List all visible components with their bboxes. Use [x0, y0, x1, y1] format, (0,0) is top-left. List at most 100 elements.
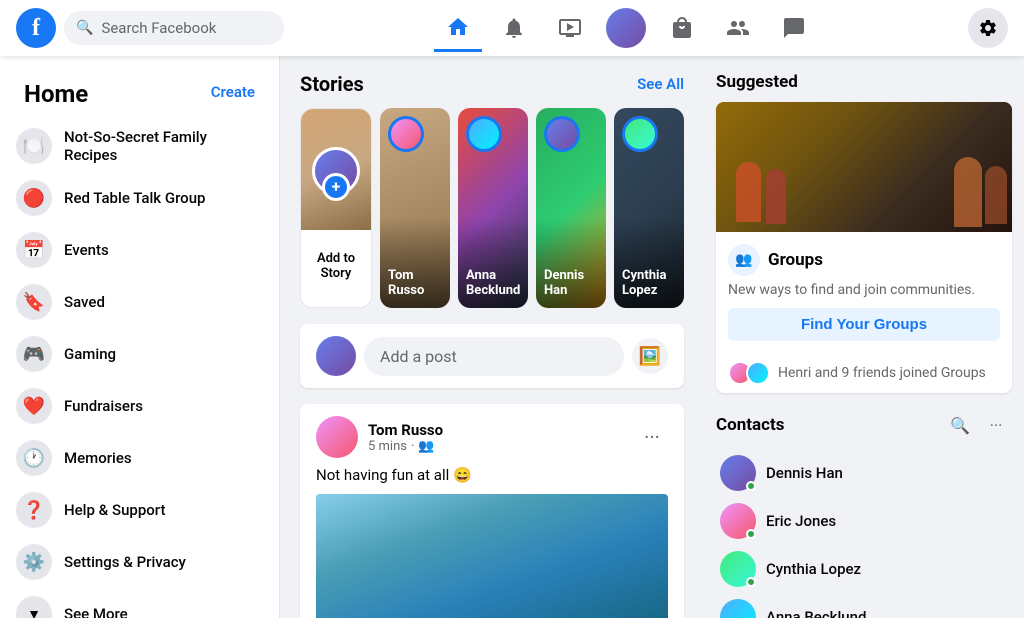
post-input[interactable]: Add a post — [364, 337, 624, 376]
header-left: f 🔍 Search Facebook — [16, 8, 284, 48]
contact-name-cynthia: Cynthia Lopez — [766, 560, 861, 578]
stories-see-all[interactable]: See All — [637, 75, 684, 93]
feed-post: Tom Russo 5 mins · 👥 ··· Not having fun … — [300, 404, 684, 618]
sidebar-item-saved[interactable]: 🔖 Saved — [8, 276, 271, 328]
sidebar-item-help-support[interactable]: ❓ Help & Support — [8, 484, 271, 536]
sidebar-item-settings[interactable]: ⚙️ Settings & Privacy — [8, 536, 271, 588]
settings-icon: ⚙️ — [23, 552, 45, 573]
nav-watch[interactable] — [546, 4, 594, 52]
contact-avatar-cynthia — [720, 551, 756, 587]
add-photo-button[interactable]: 🖼️ — [632, 338, 668, 374]
groups-card-content: 👥 Groups New ways to find and join commu… — [716, 232, 1012, 353]
online-indicator — [746, 577, 756, 587]
sidebar-label-gaming: Gaming — [64, 345, 116, 363]
suggested-title: Suggested — [716, 72, 1012, 92]
search-icon: 🔍 — [76, 20, 93, 36]
contacts-search-button[interactable]: 🔍 — [944, 409, 976, 441]
story-dennis-han[interactable]: Dennis Han — [536, 108, 606, 308]
post-author-name: Tom Russo — [368, 421, 443, 439]
story-name-anna: Anna Becklund — [466, 268, 528, 298]
post-box: Add a post 🖼️ — [300, 324, 684, 388]
ellipsis-icon: ··· — [644, 425, 660, 449]
story-anna-becklund[interactable]: Anna Becklund — [458, 108, 528, 308]
story-name-dennis: Dennis Han — [544, 268, 606, 298]
user-avatar-post — [316, 336, 356, 376]
contact-avatar-eric — [720, 503, 756, 539]
groups-card: 👥 Groups New ways to find and join commu… — [716, 102, 1012, 393]
contacts-more-button[interactable]: ··· — [980, 409, 1012, 441]
sidebar-item-fundraisers[interactable]: ❤️ Fundraisers — [8, 380, 271, 432]
nav-marketplace[interactable] — [658, 4, 706, 52]
nav-messenger[interactable] — [770, 4, 818, 52]
settings-button[interactable] — [968, 8, 1008, 48]
contact-dennis-han[interactable]: Dennis Han — [716, 449, 1012, 497]
groups-card-image — [716, 102, 1012, 232]
home-title: Home — [16, 72, 96, 112]
right-panel: Suggested 👥 — [704, 56, 1024, 618]
contacts-title: Contacts — [716, 415, 784, 435]
add-story-card[interactable]: + Add to Story — [300, 108, 372, 308]
stories-title: Stories — [300, 72, 364, 96]
header-right — [968, 8, 1008, 48]
see-more-label: See More — [64, 605, 128, 618]
sidebar-item-family-recipes[interactable]: 🍽️ Not-So-Secret Family Recipes — [8, 120, 271, 172]
saved-icon: 🔖 — [23, 292, 45, 313]
contact-avatar-dennis — [720, 455, 756, 491]
sidebar-label-settings: Settings & Privacy — [64, 553, 186, 571]
post-time: 5 mins — [368, 439, 407, 454]
nav-notifications[interactable] — [490, 4, 538, 52]
post-author: Tom Russo 5 mins · 👥 — [316, 416, 443, 458]
header-nav — [434, 4, 818, 52]
fundraisers-icon: ❤️ — [23, 396, 45, 417]
gaming-icon: 🎮 — [23, 344, 45, 365]
see-more-button[interactable]: ▼ See More — [8, 588, 271, 618]
groups-icon: 👥 — [728, 244, 760, 276]
contact-eric-jones[interactable]: Eric Jones — [716, 497, 1012, 545]
nav-home[interactable] — [434, 4, 482, 52]
story-name-cynthia: Cynthia Lopez — [622, 268, 684, 298]
sidebar-label-family-recipes: Not-So-Secret Family Recipes — [64, 128, 263, 164]
memories-icon: 🕐 — [23, 448, 45, 469]
story-tom-russo[interactable]: Tom Russo — [380, 108, 450, 308]
create-button[interactable]: Create — [203, 79, 263, 105]
post-audience-icon: 👥 — [418, 439, 434, 454]
contact-name-anna: Anna Becklund — [766, 608, 866, 618]
sidebar-label-fundraisers: Fundraisers — [64, 397, 143, 415]
suggested-section: Suggested 👥 — [716, 72, 1012, 393]
find-groups-button[interactable]: Find Your Groups — [728, 308, 1000, 341]
sidebar: Home Create 🍽️ Not-So-Secret Family Reci… — [0, 56, 280, 618]
sidebar-label-red-table: Red Table Talk Group — [64, 189, 205, 207]
add-story-label: Add to Story — [301, 251, 371, 281]
family-recipes-icon: 🍽️ — [23, 136, 45, 157]
post-author-avatar — [316, 416, 358, 458]
nav-profile[interactable] — [602, 4, 650, 52]
contact-anna-becklund[interactable]: Anna Becklund — [716, 593, 1012, 618]
facebook-logo[interactable]: f — [16, 8, 56, 48]
post-text: Not having fun at all 😄 — [316, 466, 668, 484]
red-table-icon: 🔴 — [23, 188, 45, 209]
main-layout: Home Create 🍽️ Not-So-Secret Family Reci… — [0, 56, 1024, 618]
contact-name-eric: Eric Jones — [766, 512, 836, 530]
sidebar-item-gaming[interactable]: 🎮 Gaming — [8, 328, 271, 380]
friends-joined-text: Henri and 9 friends joined Groups — [778, 365, 986, 381]
sidebar-label-saved: Saved — [64, 293, 105, 311]
sidebar-label-memories: Memories — [64, 449, 132, 467]
sidebar-item-events[interactable]: 📅 Events — [8, 224, 271, 276]
events-icon: 📅 — [23, 240, 45, 261]
contacts-actions: 🔍 ··· — [944, 409, 1012, 441]
story-cynthia-lopez[interactable]: Cynthia Lopez — [614, 108, 684, 308]
main-feed: Stories See All + Add to Story — [280, 56, 704, 618]
sidebar-item-red-table[interactable]: 🔴 Red Table Talk Group — [8, 172, 271, 224]
sidebar-item-memories[interactable]: 🕐 Memories — [8, 432, 271, 484]
nav-groups[interactable] — [714, 4, 762, 52]
post-more-button[interactable]: ··· — [636, 421, 668, 453]
friends-avatars — [728, 361, 770, 385]
photo-icon: 🖼️ — [639, 346, 661, 367]
help-icon: ❓ — [23, 500, 45, 521]
contact-name-dennis: Dennis Han — [766, 464, 843, 482]
groups-title: Groups — [768, 250, 823, 270]
search-bar[interactable]: 🔍 Search Facebook — [64, 11, 284, 45]
contacts-header: Contacts 🔍 ··· — [716, 409, 1012, 441]
search-placeholder-text: Search Facebook — [101, 19, 216, 37]
contact-cynthia-lopez[interactable]: Cynthia Lopez — [716, 545, 1012, 593]
